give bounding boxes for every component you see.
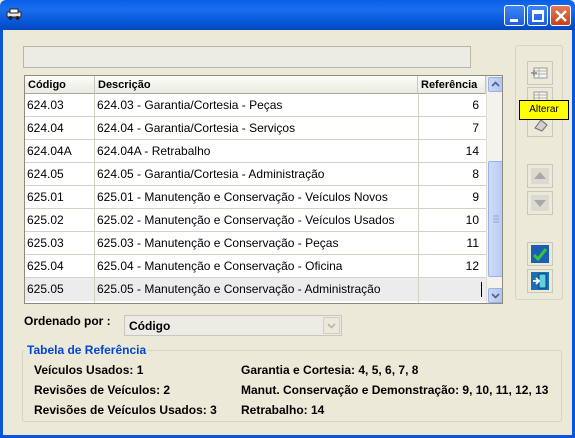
cell-code: 624.03 <box>27 98 64 112</box>
column-divider <box>94 94 95 303</box>
exit-button[interactable] <box>527 269 553 293</box>
cell-code: 625.02 <box>27 213 64 227</box>
order-by-value: Código <box>129 319 171 333</box>
scroll-thumb[interactable] <box>488 161 502 277</box>
order-by-label: Ordenado por : <box>24 314 111 328</box>
cell-description: 624.04 - Garantia/Cortesia - Serviços <box>97 121 296 135</box>
cell-description: 625.02 - Manutenção e Conservação - Veíc… <box>97 213 395 227</box>
cell-description: 624.03 - Garantia/Cortesia - Peças <box>97 98 283 112</box>
order-by-select[interactable]: Código <box>124 315 342 336</box>
cell-description: 625.04 - Manutenção e Conservação - Ofic… <box>97 259 343 273</box>
cell-description: 625.01 - Manutenção e Conservação - Veíc… <box>97 190 388 204</box>
arrow-down-icon <box>491 293 500 299</box>
cell-code: 625.01 <box>27 190 64 204</box>
cell-reference <box>420 278 484 301</box>
column-header-referencia[interactable]: Referência <box>418 76 486 94</box>
column-header-descricao[interactable]: Descrição <box>95 76 418 94</box>
dropdown-button[interactable] <box>323 317 340 334</box>
cell-code: 624.05 <box>27 167 64 181</box>
add-record-icon <box>531 67 548 79</box>
cell-code: 625.05 <box>27 282 64 296</box>
confirm-button[interactable] <box>527 242 553 266</box>
scroll-down-button[interactable] <box>488 288 502 303</box>
cell-code: 625.03 <box>27 236 64 250</box>
car-icon <box>6 8 22 20</box>
reference-item: Revisões de Veículos: 2 <box>34 383 171 397</box>
column-header-codigo[interactable]: Código <box>25 76 95 94</box>
cell-reference: 10 <box>465 213 479 227</box>
maximize-button[interactable] <box>527 5 548 26</box>
reference-item: Revisões de Veículos Usados: 3 <box>34 403 217 417</box>
move-down-icon <box>531 195 549 211</box>
chevron-down-icon <box>327 323 336 329</box>
cell-reference: 9 <box>472 190 479 204</box>
cell-code: 624.04A <box>27 144 72 158</box>
cell-description: 625.05 - Manutenção e Conservação - Admi… <box>97 282 381 296</box>
cell-description: 624.04A - Retrabalho <box>97 144 211 158</box>
cell-code: 625.04 <box>27 259 64 273</box>
cell-description: 625.03 - Manutenção e Conservação - Peça… <box>97 236 339 250</box>
text-cursor <box>481 282 482 297</box>
cell-reference: 11 <box>466 236 479 250</box>
grid-header: Código Descrição Referência <box>25 76 486 94</box>
reference-item: Retrabalho: 14 <box>241 403 325 417</box>
minimize-icon <box>510 19 518 22</box>
close-button[interactable] <box>550 5 571 26</box>
cell-code: 624.04 <box>27 121 64 135</box>
side-toolbar <box>515 45 563 300</box>
search-input[interactable] <box>23 46 471 68</box>
grip-icon <box>493 215 499 223</box>
arrow-up-icon <box>491 81 500 87</box>
column-divider <box>418 94 419 303</box>
maximize-icon <box>532 10 544 22</box>
records-grid: Código Descrição Referência 624.03 624.0… <box>24 75 503 304</box>
minimize-button[interactable] <box>504 5 525 26</box>
reference-title: Tabela de Referência <box>25 343 149 357</box>
cell-description: 624.05 - Garantia/Cortesia - Administraç… <box>97 167 325 181</box>
close-icon <box>555 10 567 22</box>
vertical-scrollbar[interactable] <box>486 76 502 303</box>
reference-item: Garantia e Cortesia: 4, 5, 6, 7, 8 <box>241 363 419 377</box>
move-up-icon <box>531 168 549 184</box>
scroll-up-button[interactable] <box>488 77 502 92</box>
tooltip: Alterar <box>519 100 569 120</box>
cell-reference: 14 <box>465 144 479 158</box>
title-bar <box>0 0 575 30</box>
reference-item: Veículos Usados: 1 <box>34 363 144 377</box>
add-record-button[interactable] <box>527 61 553 85</box>
cell-reference: 8 <box>472 167 479 181</box>
exit-icon <box>531 272 549 290</box>
move-down-button[interactable] <box>527 191 553 215</box>
cell-reference: 6 <box>472 98 479 112</box>
move-up-button[interactable] <box>527 164 553 188</box>
confirm-icon <box>531 245 549 263</box>
cell-reference: 12 <box>465 259 479 273</box>
cell-reference: 7 <box>472 121 479 135</box>
reference-item: Manut. Conservação e Demonstração: 9, 10… <box>241 383 549 397</box>
